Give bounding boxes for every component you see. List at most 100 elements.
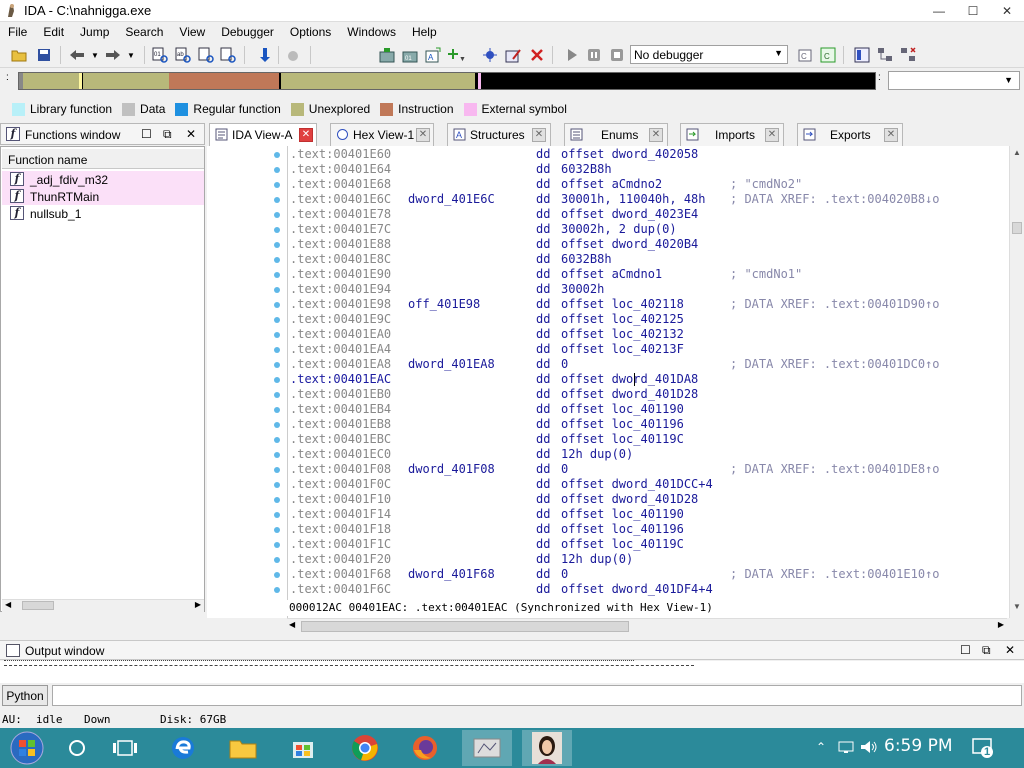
menu-view[interactable]: View [171,22,213,42]
restore-panel-icon[interactable]: ☐ [960,643,971,657]
start-button[interactable] [2,730,52,766]
ida-taskbar-button[interactable] [462,730,512,766]
scroll-thumb[interactable] [22,601,54,610]
back-arrow-icon[interactable] [68,46,86,64]
scroll-thumb[interactable] [1012,222,1022,234]
find-next-icon[interactable] [197,46,215,64]
disasm-vertical-scrollbar[interactable]: ▲ ▼ [1009,146,1023,618]
scroll-right-icon[interactable]: ▶ [998,620,1004,629]
disasm-line[interactable]: .text:00401F68 dword_401F68 dd 0 ; DATA XREF… [288,567,1008,582]
close-panel-icon[interactable]: ✕ [1005,643,1015,657]
scroll-up-icon[interactable]: ▲ [1011,148,1023,160]
disasm-line[interactable]: .text:00401EAC dd offset dword_401DA8 [288,372,1008,387]
menu-options[interactable]: Options [282,22,339,42]
disasm-line[interactable]: .text:00401E94 dd 30002h [288,282,1008,297]
scroll-left-icon[interactable]: ◀ [289,620,295,629]
search-sequence-icon[interactable] [219,46,237,64]
save-icon[interactable] [35,46,53,64]
disabled-tool-icon[interactable] [285,46,303,64]
function-row[interactable]: f _adj_fdiv_m32 [2,171,204,188]
scroll-thumb[interactable] [301,621,629,632]
firefox-icon[interactable] [400,730,450,766]
disasm-line[interactable]: .text:00401EA4 dd offset loc_40213F [288,342,1008,357]
functions-horizontal-scrollbar[interactable]: ◀ ▶ [2,599,204,612]
close-tab-icon[interactable]: ✕ [416,128,430,142]
notifications-icon[interactable] [972,738,994,761]
tab-structures[interactable]: A Structures ✕ [447,123,551,146]
disasm-line[interactable]: .text:00401E64 dd 6032B8h [288,162,1008,177]
menu-search[interactable]: Search [117,22,171,42]
disasm-line[interactable]: .text:00401E90 dd offset aCmdno1 ; "cmdNo1" [288,267,1008,282]
function-row[interactable]: f nullsub_1 [2,205,204,222]
disasm-line[interactable]: .text:00401E7C dd 30002h, 2 dup(0) [288,222,1008,237]
function-row[interactable]: f ThunRTMain [2,188,204,205]
disasm-line[interactable]: .text:00401EC0 dd 12h dup(0) [288,447,1008,462]
navigation-band[interactable] [18,72,876,90]
forward-history-dropdown-icon[interactable]: ▼ [122,46,140,64]
back-history-dropdown-icon[interactable]: ▼ [86,46,104,64]
restore-panel-icon[interactable]: ☐ [141,127,152,141]
disasm-line[interactable]: .text:00401EBC dd offset loc_40119C [288,432,1008,447]
start-debug-play-icon[interactable] [563,46,581,64]
tab-imports[interactable]: Imports ✕ [680,123,784,146]
debugger-select[interactable]: No debugger ▼ [630,45,788,64]
function-name-column-header[interactable]: Function name [2,149,204,169]
open-folder-icon[interactable] [10,46,28,64]
menu-help[interactable]: Help [404,22,445,42]
menu-windows[interactable]: Windows [339,22,404,42]
disasm-line[interactable]: .text:00401E9C dd offset loc_402125 [288,312,1008,327]
scroll-right-icon[interactable]: ▶ [195,600,201,609]
disasm-line[interactable]: .text:00401EA0 dd offset loc_402132 [288,327,1008,342]
tab-hex-view-1[interactable]: Hex View-1 ✕ [330,123,434,146]
pause-icon[interactable] [585,46,603,64]
disasm-line[interactable]: .text:00401F14 dd offset loc_401190 [288,507,1008,522]
graph-overview-icon[interactable] [853,46,871,64]
disasm-horizontal-scrollbar[interactable]: ◀ ▶ [287,618,1007,633]
maximize-button[interactable]: ☐ [956,0,990,22]
binary-search-icon[interactable]: 01 [151,46,169,64]
undefine-x-icon[interactable] [528,46,546,64]
volume-icon[interactable] [860,740,878,757]
close-button[interactable]: ✕ [990,0,1024,22]
menu-debugger[interactable]: Debugger [213,22,282,42]
flow-chart-icon[interactable] [876,46,894,64]
float-panel-icon[interactable]: ⧉ [163,127,172,142]
code-data-dropdown-icon[interactable]: ▼ [447,46,465,64]
cortana-icon[interactable] [52,730,102,766]
tab-enums[interactable]: Enums ✕ [564,123,668,146]
forward-arrow-icon[interactable] [104,46,122,64]
scroll-left-icon[interactable]: ◀ [5,600,11,609]
menu-edit[interactable]: Edit [35,22,72,42]
disasm-line[interactable]: .text:00401F18 dd offset loc_401196 [288,522,1008,537]
disasm-line[interactable]: .text:00401F6C dd offset dword_401DF4+4 [288,582,1008,597]
tab-ida-view-a[interactable]: IDA View-A ✕ [209,123,317,147]
disasm-line[interactable]: .text:00401E6C dword_401E6C dd 30001h, 1100… [288,192,1008,207]
disasm-line[interactable]: .text:00401EB8 dd offset loc_401196 [288,417,1008,432]
patch-icon[interactable] [504,46,522,64]
close-tab-icon[interactable]: ✕ [765,128,779,142]
chrome-icon[interactable] [340,730,390,766]
disasm-line[interactable]: .text:00401E78 dd offset dword_4023E4 [288,207,1008,222]
navigation-combo[interactable]: ▼ [888,71,1020,90]
menu-jump[interactable]: Jump [72,22,117,42]
text-search-icon[interactable]: ab [174,46,192,64]
close-panel-icon[interactable]: ✕ [186,127,196,141]
disasm-line[interactable]: .text:00401EA8 dword_401EA8 dd 0 ; DATA XREF… [288,357,1008,372]
task-view-icon[interactable] [100,730,150,766]
user-photo-app-button[interactable] [522,730,572,766]
close-tab-icon[interactable]: ✕ [532,128,546,142]
scroll-down-icon[interactable]: ▼ [1011,602,1023,614]
disasm-line[interactable]: .text:00401F08 dword_401F08 dd 0 ; DATA XREF… [288,462,1008,477]
create-function-icon[interactable] [378,46,396,64]
disasm-line[interactable]: .text:00401F1C dd offset loc_40119C [288,537,1008,552]
tab-exports[interactable]: Exports ✕ [797,123,903,146]
menu-file[interactable]: File [0,22,35,42]
stop-icon[interactable] [608,46,626,64]
jump-down-arrow-icon[interactable] [256,46,274,64]
disasm-line[interactable]: .text:00401EB4 dd offset loc_401190 [288,402,1008,417]
disasm-line[interactable]: .text:00401E8C dd 6032B8h [288,252,1008,267]
network-icon[interactable] [838,740,854,757]
close-tab-icon[interactable]: ✕ [299,128,313,142]
close-tab-icon[interactable]: ✕ [884,128,898,142]
add-element-icon[interactable] [481,46,499,64]
